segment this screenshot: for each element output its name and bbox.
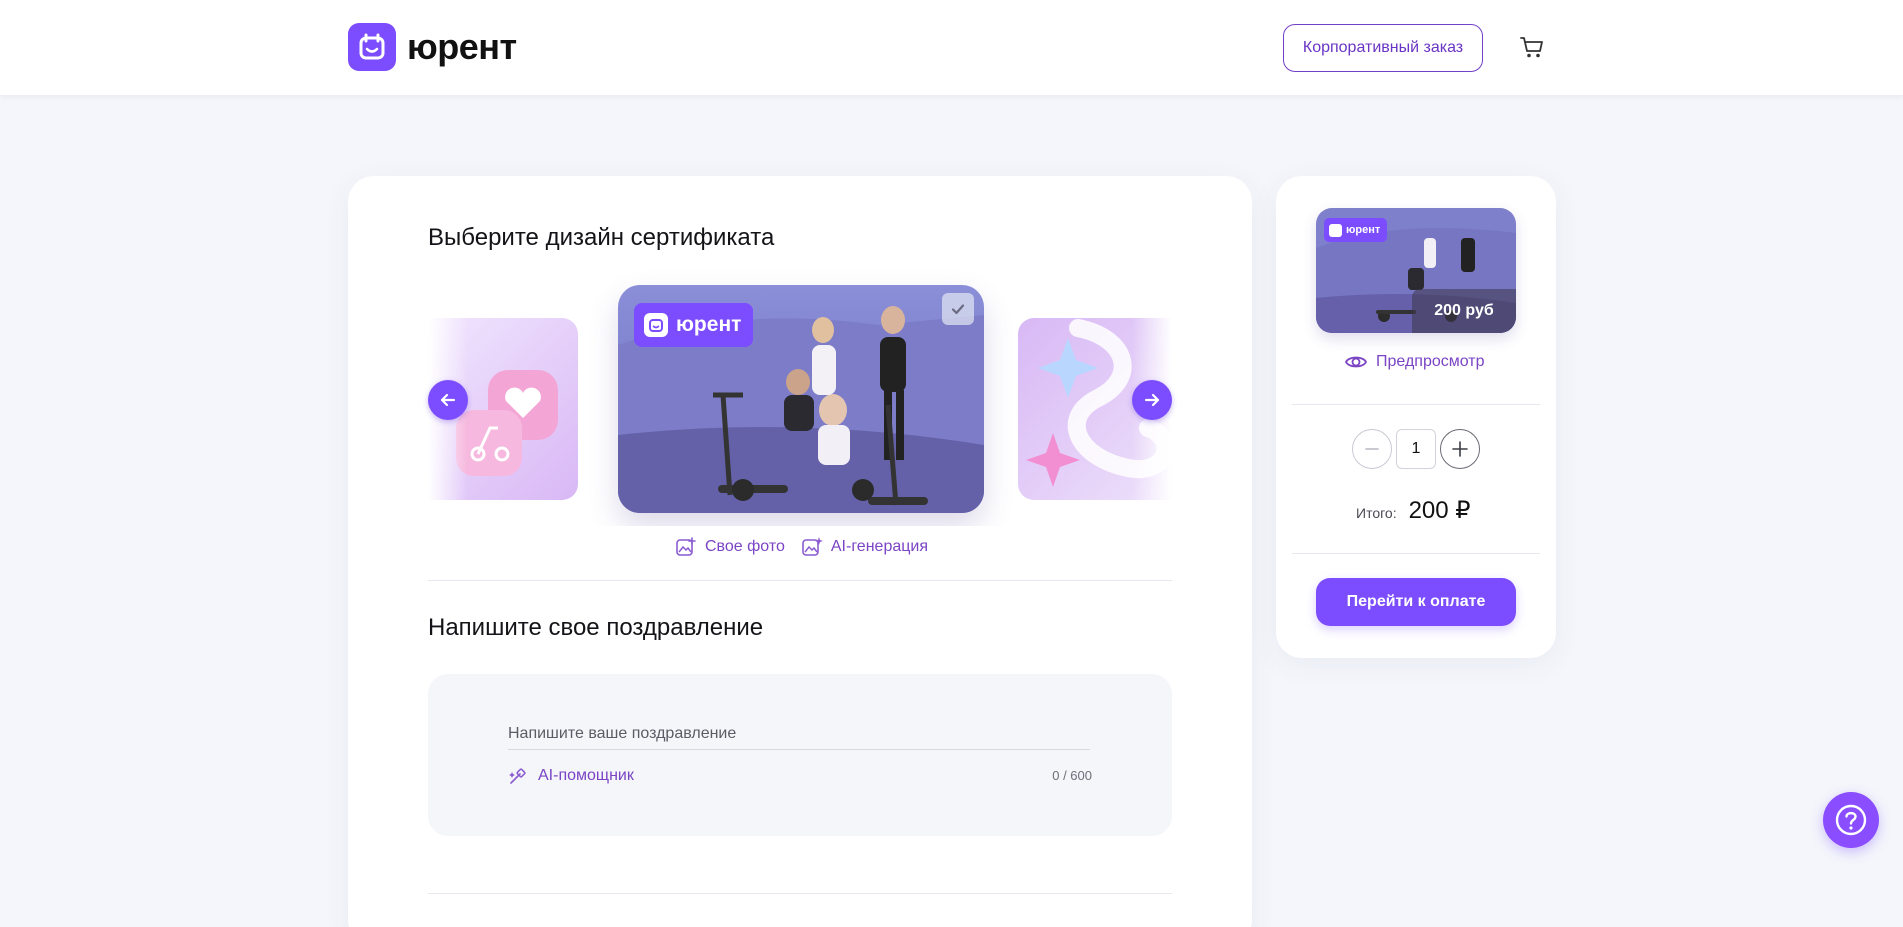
- site-header: юрент Корпоративный заказ: [0, 0, 1903, 95]
- corporate-order-button[interactable]: Корпоративный заказ: [1283, 24, 1483, 72]
- preview-label: Предпросмотр: [1376, 353, 1485, 370]
- carousel-next-button[interactable]: [1132, 380, 1172, 420]
- increase-quantity-button[interactable]: [1440, 429, 1480, 469]
- design-carousel: юрент: [428, 266, 1172, 526]
- minus-icon: [1365, 448, 1379, 450]
- help-button[interactable]: [1823, 792, 1879, 848]
- slide-logo-badge: юрент: [634, 303, 754, 347]
- design-section-title: Выберите дизайн сертификата: [428, 224, 775, 251]
- section-divider: [428, 893, 1172, 894]
- thumbnail-logo-text: юрент: [1346, 224, 1381, 236]
- logo-mark-icon: [1329, 223, 1342, 237]
- total-value: 200 ₽: [1408, 497, 1471, 524]
- cart-icon[interactable]: [1518, 33, 1546, 61]
- pay-button[interactable]: Перейти к оплате: [1316, 578, 1516, 626]
- section-divider: [428, 580, 1172, 581]
- question-icon: [1835, 804, 1867, 836]
- ai-helper-button[interactable]: AI-помощник: [508, 766, 634, 786]
- arrow-right-icon: [1144, 393, 1160, 407]
- order-summary-card: юрент 200 руб Предпросмотр 1 Итого: 200 …: [1276, 176, 1556, 658]
- greeting-input[interactable]: [508, 718, 1090, 750]
- certificate-thumbnail: юрент 200 руб: [1316, 208, 1516, 333]
- carousel-prev-button[interactable]: [428, 380, 468, 420]
- logo-mark-icon: [644, 313, 668, 337]
- logo-mark-icon: [348, 23, 396, 71]
- plus-icon: [1452, 441, 1468, 457]
- magic-wand-icon: [509, 768, 526, 784]
- ai-generation-label: AI-генерация: [830, 538, 928, 555]
- design-slide-selected[interactable]: юрент: [618, 285, 984, 513]
- arrow-left-icon: [440, 393, 456, 407]
- certificate-form-card: Выберите дизайн сертификата юрент Свое ф…: [348, 176, 1252, 927]
- own-photo-button[interactable]: Свое фото: [675, 536, 785, 558]
- decrease-quantity-button[interactable]: [1352, 429, 1392, 469]
- greeting-box: AI-помощник 0 / 600: [428, 674, 1172, 836]
- logo[interactable]: юрент: [348, 23, 517, 71]
- greeting-section-title: Напишите свое поздравление: [428, 614, 764, 641]
- check-icon: [942, 293, 974, 325]
- order-divider: [1292, 553, 1540, 554]
- design-source-options: Свое фото AI-генерация: [675, 536, 944, 558]
- logo-text: юрент: [407, 26, 517, 67]
- preview-button[interactable]: Предпросмотр: [1344, 350, 1485, 374]
- total-label: Итого:: [1356, 505, 1397, 521]
- thumbnail-logo-badge: юрент: [1324, 218, 1388, 242]
- quantity-stepper: 1: [1352, 429, 1480, 469]
- ai-generation-button[interactable]: AI-генерация: [801, 536, 928, 558]
- image-upload-icon: [676, 537, 696, 556]
- slide-logo-text: юрент: [676, 313, 742, 336]
- quantity-field[interactable]: 1: [1396, 429, 1436, 469]
- eye-icon: [1344, 356, 1368, 368]
- ai-image-icon: [802, 537, 823, 556]
- order-total: Итого: 200 ₽: [1356, 496, 1471, 525]
- char-count: 0 / 600: [1052, 768, 1092, 783]
- ai-helper-label: AI-помощник: [538, 767, 634, 784]
- order-divider: [1292, 404, 1540, 405]
- own-photo-label: Свое фото: [705, 538, 785, 555]
- thumbnail-price: 200 руб: [1412, 289, 1516, 333]
